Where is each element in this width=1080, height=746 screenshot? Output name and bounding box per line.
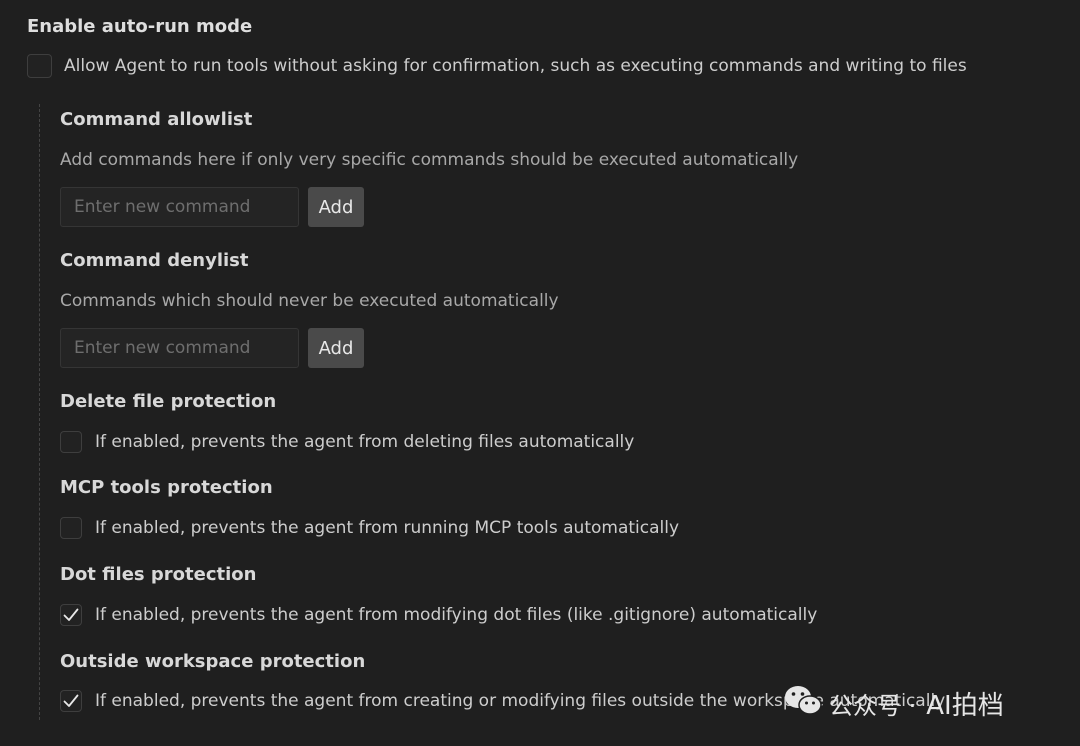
mcp-protection-row[interactable]: If enabled, prevents the agent from runn… [60,517,679,539]
denylist-description: Commands which should never be executed … [60,291,559,311]
mcp-protection-label: If enabled, prevents the agent from runn… [95,518,680,538]
allowlist-description: Add commands here if only very specific … [60,150,799,170]
denylist-input[interactable] [60,328,299,368]
delete-protection-label: If enabled, prevents the agent from dele… [95,432,635,452]
delete-protection-checkbox[interactable] [60,431,82,453]
nested-settings-guide [39,104,40,720]
denylist-add-button[interactable]: Add [308,328,364,368]
auto-run-checkbox[interactable] [27,54,52,78]
watermark: 公众号 · AI拍档 [783,683,1004,723]
denylist-title: Command denylist [60,250,249,271]
auto-run-settings-panel: Enable auto-run mode Allow Agent to run … [27,0,1080,746]
checkmark-icon [63,608,79,621]
allowlist-add-button[interactable]: Add [308,187,364,227]
checkmark-icon [63,694,79,707]
mcp-protection-checkbox[interactable] [60,517,82,539]
outside-workspace-protection-checkbox[interactable] [60,690,82,712]
outside-workspace-protection-title: Outside workspace protection [60,651,366,672]
wechat-icon [783,683,823,723]
auto-run-checkbox-label: Allow Agent to run tools without asking … [64,56,967,76]
allowlist-title: Command allowlist [60,109,253,130]
auto-run-checkbox-row[interactable]: Allow Agent to run tools without asking … [27,54,967,78]
dotfiles-protection-row[interactable]: If enabled, prevents the agent from modi… [60,604,817,626]
mcp-protection-title: MCP tools protection [60,477,273,498]
dotfiles-protection-label: If enabled, prevents the agent from modi… [95,605,818,625]
delete-protection-row[interactable]: If enabled, prevents the agent from dele… [60,431,634,453]
watermark-label: 公众号 · [829,691,917,720]
auto-run-title: Enable auto-run mode [27,16,253,37]
dotfiles-protection-checkbox[interactable] [60,604,82,626]
delete-protection-title: Delete file protection [60,391,277,412]
dotfiles-protection-title: Dot files protection [60,564,257,585]
allowlist-input[interactable] [60,187,299,227]
watermark-brand: AI拍档 [926,690,1004,721]
